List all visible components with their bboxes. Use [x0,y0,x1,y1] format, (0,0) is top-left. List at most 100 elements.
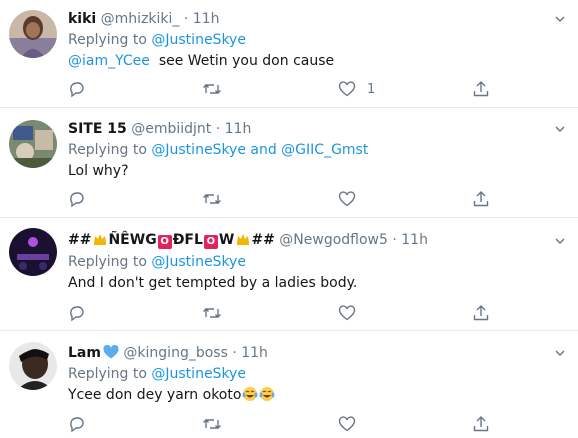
replying-to-link[interactable]: @JustineSkye and @GIIC_Gmst [151,142,368,158]
retweet-button[interactable] [202,189,222,209]
tweet-header: kiki @mhizkiki_ · 11h [68,10,219,28]
name-part: ÐFL [172,232,203,248]
tweet-header: SITE 15 @embiidjnt · 11h [68,120,251,138]
name-part: W [218,232,235,248]
caret-down-icon[interactable] [554,13,566,25]
avatar[interactable] [9,120,57,168]
share-icon [473,305,489,321]
like-button[interactable] [338,189,356,209]
avatar[interactable] [9,342,57,390]
reply-button[interactable] [68,414,86,434]
action-bar [0,414,578,434]
tweet-header: ## ÑÊWG O ÐFL O W ## @Newgodflow5 · 11h [68,231,428,249]
tweet-text: Lol why? [68,162,129,180]
retweet-icon [203,84,221,94]
avatar-image [9,228,57,276]
tears-of-joy-emoji-icon [259,387,275,401]
replying-to-label: Replying to [68,254,147,270]
tweet-body: Lol why? [68,163,129,179]
blue-heart-emoji-icon [103,345,119,359]
reply-icon [70,306,84,322]
tears-of-joy-emoji-icon [242,387,258,401]
display-name[interactable]: kiki [68,11,96,27]
timestamp[interactable]: 11h [225,121,252,137]
tweet-body: see Wetin you don cause [158,53,335,69]
reply-button[interactable] [68,189,86,209]
display-name[interactable]: ## ÑÊWG O ÐFL O W ## [68,232,275,249]
name-suffix: ## [251,232,275,248]
retweet-button[interactable] [202,303,222,323]
avatar[interactable] [9,10,57,58]
crown-emoji-icon [94,234,107,245]
like-icon [338,416,356,432]
tweet-header: Lam @kinging_boss · 11h [68,344,268,362]
separator: · [232,345,237,361]
separator: · [215,121,221,137]
like-button[interactable]: 1 [338,79,375,99]
replying-to-label: Replying to [68,32,147,48]
retweet-icon [203,194,221,204]
avatar[interactable] [9,228,57,276]
replying-to-label: Replying to [68,142,147,158]
retweet-button[interactable] [202,79,222,99]
replying-to: Replying to @JustineSkye [68,253,246,271]
share-icon [473,81,489,97]
share-button[interactable] [472,189,490,209]
crown-emoji-icon [237,234,250,245]
like-icon [338,305,356,321]
user-handle[interactable]: @embiidjnt [131,121,211,137]
tweet-text: @iam_YCee see Wetin you don cause [68,52,334,70]
replying-to: Replying to @JustineSkye and @GIIC_Gmst [68,141,368,159]
share-button[interactable] [472,79,490,99]
reply-feed: kiki @mhizkiki_ · 11h Replying to @Justi… [0,0,578,438]
action-bar [0,303,578,323]
display-name[interactable]: SITE 15 [68,121,127,137]
separator: · [183,11,189,27]
name-part: ÑÊWG [108,232,157,248]
share-button[interactable] [472,414,490,434]
like-button[interactable] [338,414,356,434]
name-flag: O [157,235,172,249]
avatar-image [9,10,57,58]
replying-to: Replying to @JustineSkye [68,365,246,383]
name-flag: O [203,235,218,249]
tweet[interactable]: ## ÑÊWG O ÐFL O W ## @Newgodflow5 · 11h Replyi… [0,218,578,331]
reply-icon [70,417,84,433]
like-icon [338,191,356,207]
mention-link[interactable]: @iam_YCee [68,53,150,69]
replying-to-link[interactable]: @JustineSkye [151,366,246,382]
tweet[interactable]: Lam @kinging_boss · 11h Replying to @Jus… [0,331,578,438]
timestamp[interactable]: 11h [193,11,220,27]
replying-to-link[interactable]: @JustineSkye [151,254,246,270]
timestamp[interactable]: 11h [401,232,428,248]
replying-to-link[interactable]: @JustineSkye [151,32,246,48]
action-bar [0,189,578,209]
name-prefix: ## [68,232,92,248]
reply-icon [70,82,84,98]
share-icon [473,191,489,207]
timestamp[interactable]: 11h [241,345,268,361]
user-handle[interactable]: @kinging_boss [123,345,227,361]
tweet-text: Ycee don dey yarn okoto [68,386,275,404]
caret-down-icon[interactable] [554,235,566,247]
avatar-image [9,120,57,168]
tweet[interactable]: SITE 15 @embiidjnt · 11h Replying to @Ju… [0,108,578,218]
tweet[interactable]: kiki @mhizkiki_ · 11h Replying to @Justi… [0,0,578,108]
display-name[interactable]: Lam [68,345,119,361]
retweet-icon [203,419,221,429]
replying-to: Replying to @JustineSkye [68,31,246,49]
share-button[interactable] [472,303,490,323]
like-button[interactable] [338,303,356,323]
reply-button[interactable] [68,79,86,99]
separator: · [392,232,397,248]
action-bar: 1 [0,79,578,99]
replying-to-label: Replying to [68,366,147,382]
user-handle[interactable]: @mhizkiki_ [101,11,180,27]
retweet-button[interactable] [202,414,222,434]
caret-down-icon[interactable] [554,123,566,135]
reply-icon [70,192,84,208]
user-handle[interactable]: @Newgodflow5 [279,232,388,248]
display-name-text: Lam [68,345,101,361]
reply-button[interactable] [68,303,86,323]
caret-down-icon[interactable] [554,347,566,359]
